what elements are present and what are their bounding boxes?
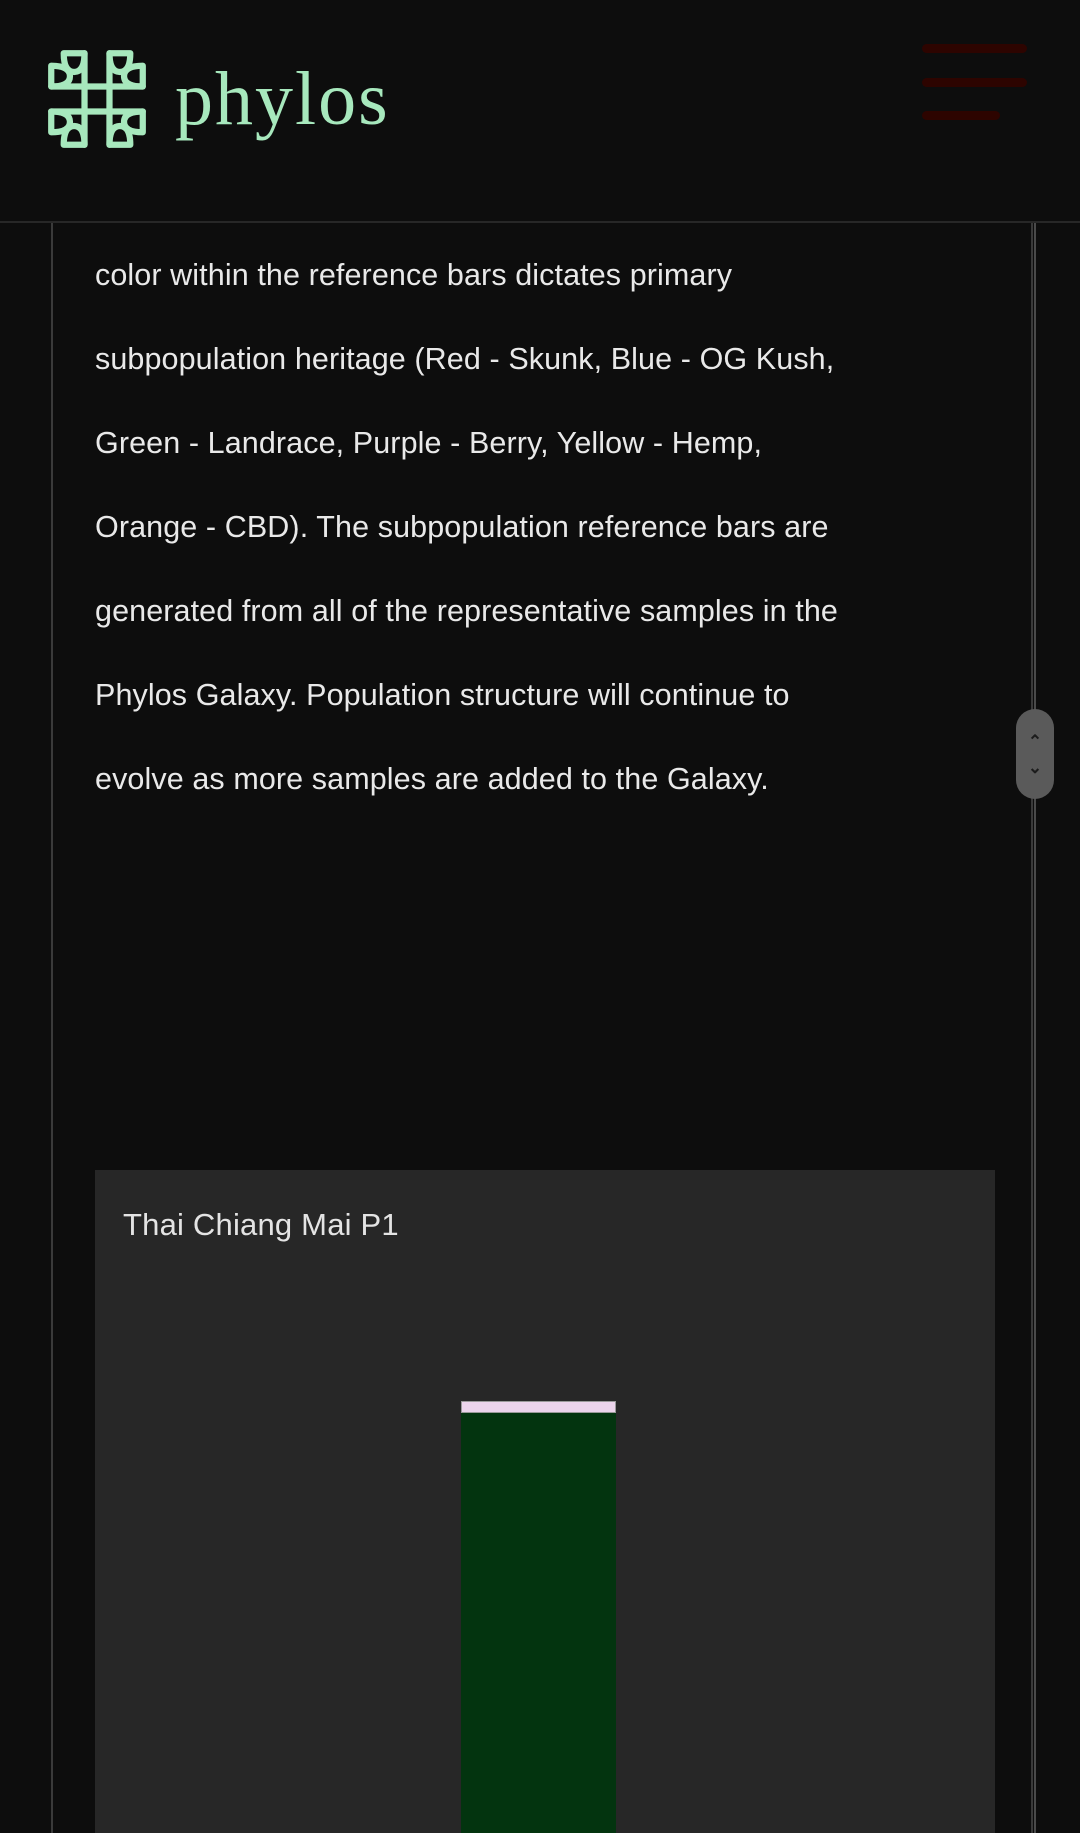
- content-column: color within the reference bars dictates…: [95, 233, 995, 821]
- chevron-down-icon[interactable]: ⌄: [1016, 759, 1054, 776]
- bar-segment-landrace: [461, 1413, 616, 1833]
- chevron-up-icon[interactable]: ⌃: [1016, 733, 1054, 750]
- menu-bar-2: [922, 78, 1027, 87]
- app-root: phylos color within the reference bars d…: [0, 0, 1080, 1833]
- site-header: phylos: [0, 0, 1080, 223]
- description-paragraph: color within the reference bars dictates…: [95, 258, 838, 796]
- scrollbar-thumb[interactable]: ⌃ ⌄: [1016, 709, 1054, 799]
- menu-bar-3: [922, 111, 1000, 120]
- ancestry-bar-plot: Berry Landrace: [95, 1170, 995, 1833]
- sample-chart-card: Thai Chiang Mai P1 Berry Landrace: [95, 1170, 995, 1833]
- bar-segment-berry: [461, 1401, 616, 1413]
- phylos-lattice-leaf-logo-icon: [45, 47, 149, 151]
- left-rail-divider: [51, 223, 53, 1833]
- menu-bar-1: [922, 44, 1027, 53]
- brand-home-link[interactable]: phylos: [45, 47, 390, 151]
- brand-name: phylos: [175, 57, 390, 141]
- right-rail-divider: [1031, 223, 1033, 1833]
- hamburger-menu-icon[interactable]: [922, 40, 1027, 120]
- page-body: color within the reference bars dictates…: [0, 223, 1080, 1833]
- scrollbar-track[interactable]: [1034, 223, 1036, 1833]
